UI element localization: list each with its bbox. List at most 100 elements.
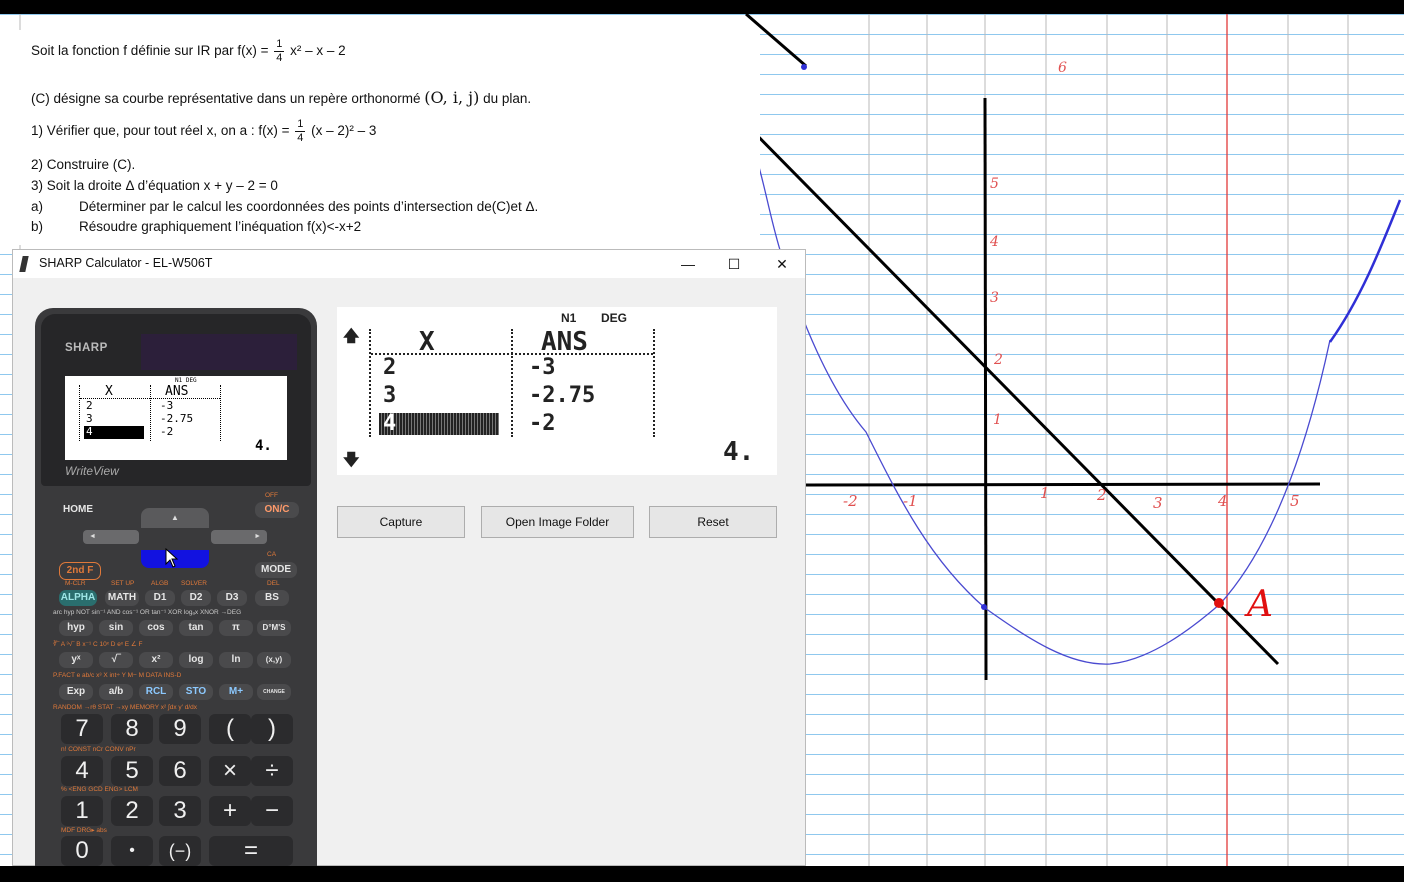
fraction: 14 bbox=[274, 38, 285, 64]
secondary-label-row: ∛‾ A ³√‾ B x⁻¹ C 10ˣ D eˣ E ∠ F bbox=[53, 641, 143, 648]
minimize-button[interactable]: — bbox=[665, 250, 711, 278]
intersection-point-a bbox=[1214, 598, 1224, 608]
key-0[interactable]: 0 bbox=[61, 836, 103, 866]
alpha-key[interactable]: ALPHA bbox=[59, 590, 97, 606]
reset-button[interactable]: Reset bbox=[649, 506, 777, 538]
tan-key[interactable]: tan bbox=[179, 620, 213, 636]
subtract-key[interactable]: − bbox=[251, 796, 293, 826]
exercise-line-2: (C) désigne sa courbe représentative dan… bbox=[31, 88, 531, 107]
dms-key[interactable]: D°M'S bbox=[257, 620, 291, 636]
second-function-key[interactable]: 2nd F bbox=[59, 562, 101, 580]
sin-key[interactable]: sin bbox=[99, 620, 133, 636]
d3-key[interactable]: D3 bbox=[217, 590, 247, 606]
fraction-key[interactable]: a/b bbox=[99, 684, 133, 700]
writeview-label: WriteView bbox=[65, 464, 119, 478]
hyp-key[interactable]: hyp bbox=[59, 620, 93, 636]
lcd-cell: 4 bbox=[86, 425, 93, 438]
window-title: SHARP Calculator - EL-W506T bbox=[39, 256, 213, 270]
key-1[interactable]: 1 bbox=[61, 796, 103, 826]
capture-button[interactable]: Capture bbox=[337, 506, 465, 538]
exercise-line-1: Soit la fonction f définie sur IR par f(… bbox=[31, 38, 346, 65]
backspace-key[interactable]: BS bbox=[255, 590, 289, 606]
math-key[interactable]: MATH bbox=[105, 590, 139, 606]
change-key[interactable]: CHANGE bbox=[257, 684, 291, 700]
key-4[interactable]: 4 bbox=[61, 756, 103, 786]
svg-text:-1: -1 bbox=[903, 492, 918, 510]
on-clear-key[interactable]: ON/C bbox=[255, 502, 299, 518]
secondary-label-row: n! CONST nCr CONV nPr bbox=[61, 746, 136, 753]
key-9[interactable]: 9 bbox=[159, 714, 201, 744]
equals-key[interactable]: = bbox=[209, 836, 293, 866]
exercise-line-5: 3) Soit la droite Δ d’équation x + y – 2… bbox=[31, 178, 278, 193]
close-button[interactable]: ✕ bbox=[759, 250, 805, 278]
divide-key[interactable]: ÷ bbox=[251, 756, 293, 786]
svg-text:3: 3 bbox=[990, 290, 999, 306]
calculator-body: SHARP N1 DEG X ANS 2 -3 3 -2.75 4 -2 4. … bbox=[35, 308, 317, 868]
decimal-key[interactable]: • bbox=[111, 836, 153, 866]
lcd-status: N1 DEG bbox=[175, 377, 197, 384]
svg-text:-2: -2 bbox=[843, 492, 858, 510]
scroll-down-icon: 🡇 bbox=[343, 450, 360, 469]
svg-text:6: 6 bbox=[1058, 60, 1067, 76]
add-key[interactable]: + bbox=[209, 796, 251, 826]
exercise-text: du plan. bbox=[483, 91, 532, 106]
dpad-left[interactable]: ◄ bbox=[83, 530, 139, 544]
status-deg: DEG bbox=[601, 311, 628, 325]
d2-key[interactable]: D2 bbox=[181, 590, 211, 606]
open-image-folder-button[interactable]: Open Image Folder bbox=[481, 506, 634, 538]
mode-key[interactable]: MODE bbox=[255, 562, 297, 578]
d1-key[interactable]: D1 bbox=[145, 590, 175, 606]
off-label: OFF bbox=[265, 492, 278, 499]
dot bbox=[981, 604, 987, 610]
calculator-window: SHARP Calculator - EL-W506T — ☐ ✕ SHARP … bbox=[12, 249, 806, 868]
key-2[interactable]: 2 bbox=[111, 796, 153, 826]
secondary-label-row: MDF DRG▸ abs bbox=[61, 827, 107, 834]
key-3[interactable]: 3 bbox=[159, 796, 201, 826]
exercise-text: (x – 2)² – 3 bbox=[311, 123, 377, 139]
table-cell: -2.75 bbox=[529, 383, 596, 408]
ln-key[interactable]: ln bbox=[219, 652, 253, 668]
calculator-top-panel: SHARP N1 DEG X ANS 2 -3 3 -2.75 4 -2 4. … bbox=[41, 314, 311, 486]
secondary-label-row: arc hyp NOT sin⁻¹ AND cos⁻¹ OR tan⁻¹ XOR… bbox=[53, 609, 242, 616]
bottom-black-bar bbox=[0, 866, 1404, 882]
dpad-up[interactable]: ▲ bbox=[141, 508, 209, 528]
log-key[interactable]: log bbox=[179, 652, 213, 668]
open-paren-key[interactable]: ( bbox=[209, 714, 251, 744]
exp-key[interactable]: Exp bbox=[59, 684, 93, 700]
title-bar: SHARP Calculator - EL-W506T — ☐ ✕ bbox=[13, 250, 805, 278]
key-6[interactable]: 6 bbox=[159, 756, 201, 786]
multiply-key[interactable]: × bbox=[209, 756, 251, 786]
lcd-value: 4. bbox=[255, 438, 272, 454]
point-label-a: A bbox=[1244, 584, 1273, 625]
table-header-ans: ANS bbox=[541, 327, 588, 357]
exercise-line-6: a) Déterminer par le calcul les coordonné… bbox=[31, 199, 539, 214]
exercise-line-4: 2) Construire (C). bbox=[31, 157, 136, 172]
table-cell-selected: 4 bbox=[383, 411, 397, 436]
power-key[interactable]: yˣ bbox=[59, 652, 93, 668]
square-key[interactable]: x² bbox=[139, 652, 173, 668]
root-key[interactable]: √‾ bbox=[99, 652, 133, 668]
rcl-key[interactable]: RCL bbox=[139, 684, 173, 700]
home-key[interactable]: HOME bbox=[57, 502, 99, 518]
exercise-text: 1) Vérifier que, pour tout réel x, on a … bbox=[31, 123, 290, 139]
key-7[interactable]: 7 bbox=[61, 714, 103, 744]
m-plus-key[interactable]: M+ bbox=[219, 684, 253, 700]
selected-cell-highlight bbox=[379, 413, 499, 435]
negative-key[interactable]: (−) bbox=[159, 836, 201, 866]
app-icon bbox=[19, 256, 29, 272]
dpad-right[interactable]: ► bbox=[211, 530, 267, 544]
pi-key[interactable]: π bbox=[219, 620, 253, 636]
xy-key[interactable]: (x,y) bbox=[257, 652, 291, 668]
dot bbox=[801, 64, 807, 70]
sto-key[interactable]: STO bbox=[179, 684, 213, 700]
cos-key[interactable]: cos bbox=[139, 620, 173, 636]
lcd-col-x: X bbox=[105, 384, 113, 399]
table-cell: -2 bbox=[529, 411, 556, 436]
svg-text:1: 1 bbox=[1040, 484, 1050, 502]
maximize-button[interactable]: ☐ bbox=[711, 250, 757, 278]
lcd-col-ans: ANS bbox=[165, 384, 189, 399]
key-8[interactable]: 8 bbox=[111, 714, 153, 744]
table-header-x: X bbox=[419, 327, 435, 357]
key-5[interactable]: 5 bbox=[111, 756, 153, 786]
close-paren-key[interactable]: ) bbox=[251, 714, 293, 744]
